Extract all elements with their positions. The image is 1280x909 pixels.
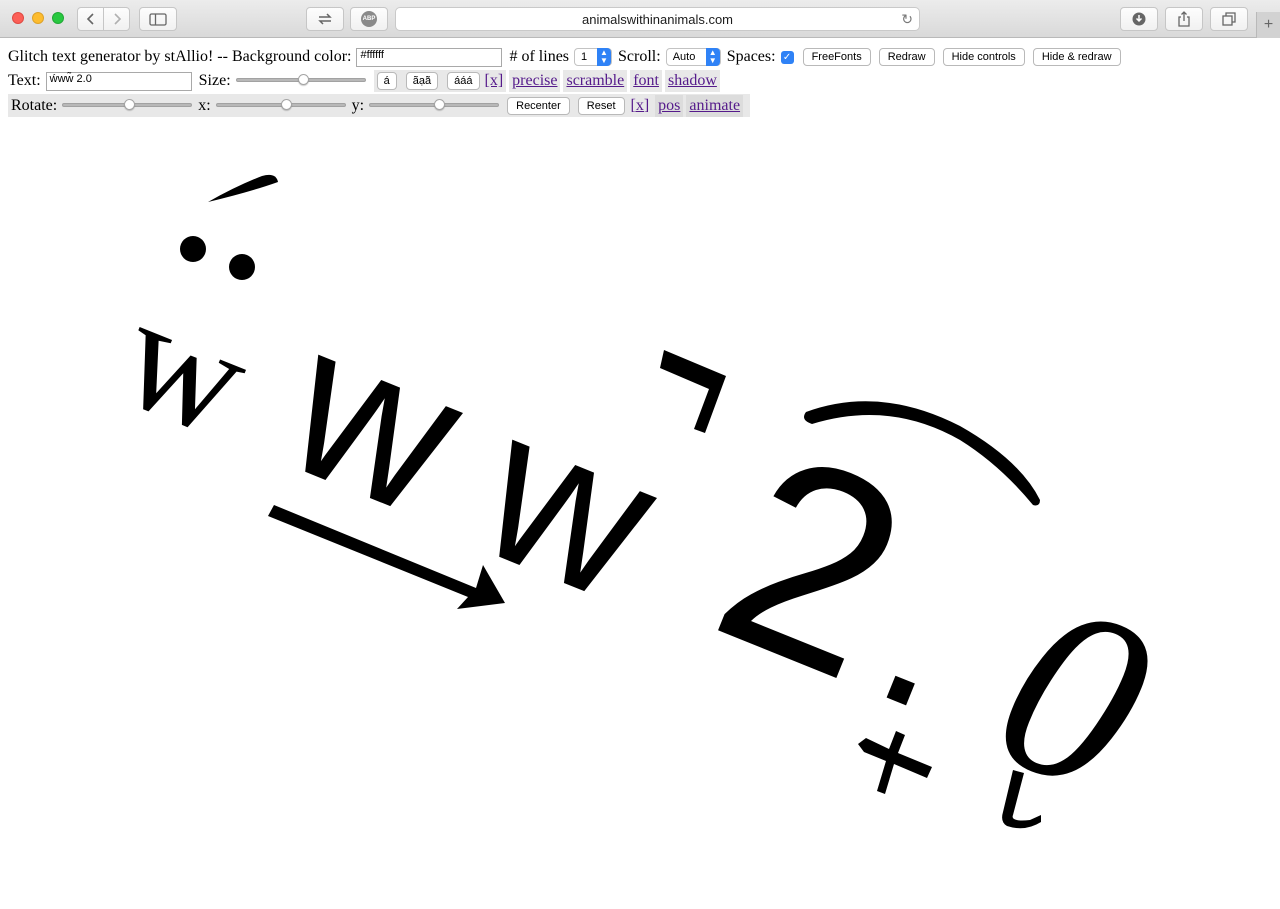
slider-thumb[interactable] bbox=[434, 98, 446, 110]
download-icon bbox=[1132, 12, 1146, 26]
slider-thumb[interactable] bbox=[124, 98, 136, 110]
accent-mixed-button[interactable]: ãạā̃ bbox=[405, 72, 439, 90]
scroll-label: Scroll: bbox=[618, 48, 661, 65]
sidebar-icon bbox=[149, 12, 167, 26]
recenter-button[interactable]: Recenter bbox=[507, 96, 570, 115]
new-tab-button[interactable]: + bbox=[1256, 12, 1280, 38]
tab-overview-button[interactable] bbox=[1210, 7, 1248, 31]
bgcolor-input[interactable]: #ffffff bbox=[356, 47, 503, 67]
plus-icon: + bbox=[1263, 16, 1274, 33]
clear-accents-link[interactable]: [x] bbox=[485, 72, 504, 90]
extension-button[interactable] bbox=[306, 7, 344, 31]
scroll-select[interactable]: Auto ▲ ▼ bbox=[665, 48, 721, 66]
select-arrows-icon: ▲ ▼ bbox=[597, 48, 612, 66]
rotate-slider[interactable] bbox=[62, 95, 193, 117]
reload-icon[interactable]: ↻ bbox=[901, 11, 913, 28]
animate-group: animate bbox=[686, 94, 744, 117]
controls-row-1: Glitch text generator by stAllio! -- Bac… bbox=[8, 46, 1129, 68]
url-text: animalswithinanimals.com bbox=[582, 11, 733, 27]
hide-controls-button[interactable]: Hide controls bbox=[942, 48, 1025, 66]
spaces-label: Spaces: bbox=[726, 48, 776, 65]
diaeresis-dot-right bbox=[229, 254, 255, 280]
size-label: Size: bbox=[198, 72, 231, 89]
zoom-window-button[interactable] bbox=[52, 12, 64, 24]
shadow-group: shadow bbox=[665, 70, 720, 92]
slider-thumb[interactable] bbox=[280, 98, 292, 110]
share-icon bbox=[1178, 11, 1190, 27]
tabs-icon bbox=[1222, 12, 1236, 26]
glitch-char-w1: w bbox=[99, 262, 273, 470]
size-slider[interactable] bbox=[235, 70, 366, 92]
slider-thumb[interactable] bbox=[297, 74, 309, 85]
scramble-group: scramble bbox=[563, 70, 628, 92]
x-label: x: bbox=[198, 96, 211, 114]
y-label: y: bbox=[351, 96, 365, 114]
precise-group: precise bbox=[509, 70, 561, 92]
arrows-swap-icon bbox=[318, 13, 332, 25]
redraw-button[interactable]: Redraw bbox=[878, 48, 935, 66]
down-tack-mark bbox=[858, 731, 932, 794]
controls-row-2: Text: ẃww̃ 2.0 Size: á ãạā̃ ááá [x] prec… bbox=[8, 70, 723, 92]
rotate-label: Rotate: bbox=[11, 96, 58, 114]
shadow-link[interactable]: shadow bbox=[668, 72, 717, 90]
lines-label: # of lines bbox=[509, 48, 570, 65]
y-slider[interactable] bbox=[369, 95, 500, 117]
scramble-link[interactable]: scramble bbox=[566, 72, 624, 90]
precise-link[interactable]: precise bbox=[512, 72, 557, 90]
adblock-button[interactable]: ABP bbox=[350, 7, 388, 31]
adblock-icon: ABP bbox=[361, 11, 377, 27]
address-bar[interactable]: animalswithinanimals.com ↻ bbox=[395, 7, 920, 31]
chevron-right-icon bbox=[113, 13, 121, 25]
minimize-window-button[interactable] bbox=[32, 12, 44, 24]
text-label: Text: bbox=[8, 72, 41, 89]
app-title: Glitch text generator by stAllio! -- Bac… bbox=[8, 48, 352, 65]
acute-accent-mark bbox=[208, 174, 278, 202]
clear-position-link[interactable]: [x] bbox=[631, 97, 650, 115]
spaces-checkbox[interactable]: ✓ bbox=[780, 50, 794, 64]
accent-triple-button[interactable]: ááá bbox=[447, 72, 480, 90]
font-link[interactable]: font bbox=[633, 72, 659, 90]
chevron-left-icon bbox=[86, 13, 94, 25]
controls-row-3: Rotate: x: y: Recenter Reset [x] pos ani… bbox=[8, 94, 751, 117]
select-arrows-icon: ▲ ▼ bbox=[705, 48, 720, 66]
browser-toolbar: ABP animalswithinanimals.com ↻ + bbox=[0, 0, 1280, 38]
diaeresis-dot-left bbox=[180, 236, 206, 262]
text-input[interactable]: ẃww̃ 2.0 bbox=[45, 71, 192, 91]
font-group: font bbox=[630, 70, 662, 92]
lines-select[interactable]: 1 ▲ ▼ bbox=[574, 48, 613, 66]
animate-link[interactable]: animate bbox=[689, 97, 740, 115]
back-button[interactable] bbox=[77, 7, 104, 31]
freefonts-button[interactable]: FreeFonts bbox=[802, 48, 871, 66]
glitch-canvas: w w w 2 . 0 bbox=[99, 174, 1184, 848]
close-window-button[interactable] bbox=[12, 12, 24, 24]
share-button[interactable] bbox=[1165, 7, 1203, 31]
glitch-char-0: 0 bbox=[964, 544, 1184, 848]
hide-and-redraw-button[interactable]: Hide & redraw bbox=[1032, 48, 1121, 66]
x-slider[interactable] bbox=[215, 95, 346, 117]
accent-button-group: á ãạā̃ ááá [x] bbox=[373, 70, 507, 92]
downloads-button[interactable] bbox=[1120, 7, 1158, 31]
pos-link[interactable]: pos bbox=[658, 97, 680, 115]
accent-single-button[interactable]: á bbox=[376, 72, 397, 90]
scroll-select-value: Auto bbox=[672, 51, 696, 63]
lines-select-value: 1 bbox=[581, 51, 588, 63]
sidebar-toggle-button[interactable] bbox=[139, 7, 177, 31]
reset-button[interactable]: Reset bbox=[577, 96, 625, 115]
pos-group: pos bbox=[655, 94, 684, 117]
forward-button[interactable] bbox=[103, 7, 130, 31]
